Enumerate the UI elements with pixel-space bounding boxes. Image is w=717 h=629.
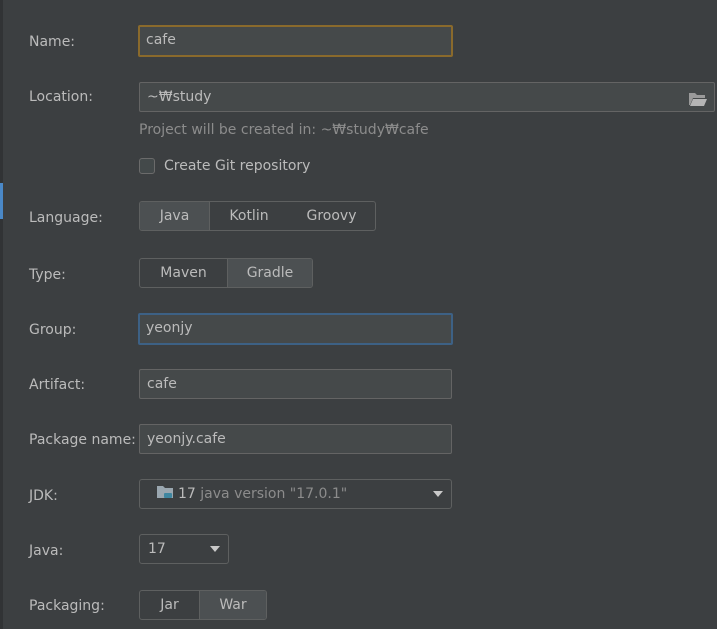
name-input[interactable]: cafe <box>138 25 453 57</box>
language-groovy-button[interactable]: Groovy <box>288 202 375 230</box>
group-input[interactable]: yeonjy <box>138 313 453 345</box>
java-value: 17 <box>148 541 166 557</box>
git-checkbox-label[interactable]: Create Git repository <box>164 158 310 174</box>
jdk-label: JDK: <box>29 488 58 504</box>
type-label: Type: <box>29 267 66 283</box>
java-label: Java: <box>29 543 64 559</box>
artifact-input[interactable]: cafe <box>139 369 452 399</box>
jdk-dropdown[interactable]: 17 java version "17.0.1" <box>139 479 452 509</box>
language-segmented: Java Kotlin Groovy <box>139 201 376 231</box>
selection-accent <box>0 183 3 219</box>
type-segmented: Maven Gradle <box>139 258 313 288</box>
location-input[interactable]: ~₩study <box>139 82 715 112</box>
left-strip <box>0 0 3 629</box>
package-name-input[interactable]: yeonjy.cafe <box>139 424 452 454</box>
java-dropdown[interactable]: 17 <box>139 534 229 564</box>
jdk-version: 17 <box>178 486 196 502</box>
language-java-button[interactable]: Java <box>140 202 209 230</box>
packaging-label: Packaging: <box>29 598 105 614</box>
language-label: Language: <box>29 210 103 226</box>
location-label: Location: <box>29 89 93 105</box>
jdk-detail: java version "17.0.1" <box>200 486 348 502</box>
package-name-label: Package name: <box>29 432 136 448</box>
git-checkbox[interactable] <box>139 158 155 174</box>
type-maven-button[interactable]: Maven <box>140 259 227 287</box>
folder-open-icon[interactable] <box>688 89 708 106</box>
jdk-folder-icon <box>156 482 174 498</box>
name-label: Name: <box>29 34 76 50</box>
artifact-label: Artifact: <box>29 377 86 393</box>
type-gradle-button[interactable]: Gradle <box>227 259 312 287</box>
packaging-jar-button[interactable]: Jar <box>140 591 199 619</box>
location-hint: Project will be created in: ~₩study₩cafe <box>139 122 429 138</box>
chevron-down-icon <box>210 546 220 552</box>
chevron-down-icon <box>433 491 443 497</box>
language-kotlin-button[interactable]: Kotlin <box>209 202 288 230</box>
packaging-war-button[interactable]: War <box>199 591 266 619</box>
packaging-segmented: Jar War <box>139 590 267 620</box>
location-value: ~₩study <box>147 89 212 105</box>
group-label: Group: <box>29 322 77 338</box>
